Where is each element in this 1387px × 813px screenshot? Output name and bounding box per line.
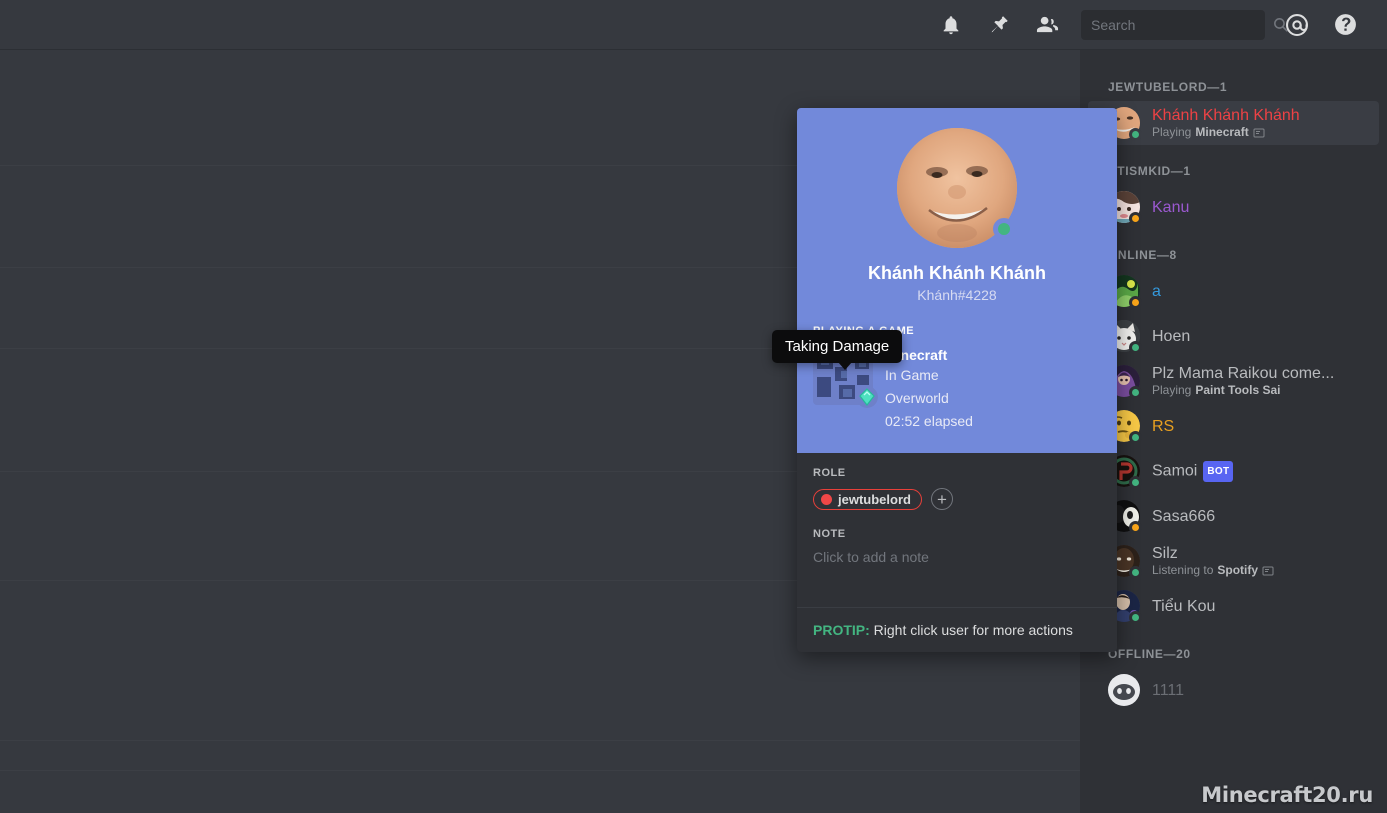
member-text: Plz Mama Raikou come... Playing Paint Too… bbox=[1152, 364, 1371, 398]
profile-header: Khánh Khánh Khánh Khánh#4228 bbox=[797, 108, 1117, 323]
member-list-item[interactable]: RS bbox=[1088, 404, 1379, 448]
member-text: Samoi BOT bbox=[1152, 460, 1371, 482]
status-indicator-idle bbox=[1129, 296, 1142, 309]
member-activity: Listening to Spotify bbox=[1152, 563, 1371, 578]
top-toolbar bbox=[0, 0, 1387, 50]
member-name: RS bbox=[1152, 417, 1175, 435]
profile-footer-protip: PROTIP: Right click user for more action… bbox=[797, 607, 1117, 652]
member-list-item[interactable]: Kanu bbox=[1088, 185, 1379, 229]
member-list-item[interactable]: Samoi BOT bbox=[1088, 449, 1379, 493]
message-divider bbox=[0, 770, 1080, 771]
member-text: Sasa666 bbox=[1152, 507, 1371, 526]
member-group-header: OFFLINE—20 bbox=[1108, 647, 1191, 661]
search-input[interactable] bbox=[1091, 16, 1272, 33]
member-text: a bbox=[1152, 282, 1371, 301]
avatar bbox=[1108, 674, 1140, 706]
discord-app-window: JEWTUBELORD—1Khánh Khánh KhánhPlaying Mi… bbox=[0, 0, 1387, 813]
protip-text: Right click user for more actions bbox=[869, 622, 1073, 638]
member-text: 1111 bbox=[1152, 681, 1371, 700]
status-indicator-online bbox=[1129, 341, 1142, 354]
search-box[interactable] bbox=[1081, 9, 1288, 40]
search-icon bbox=[1272, 16, 1289, 33]
add-role-button[interactable]: + bbox=[930, 488, 953, 510]
member-activity: Playing Paint Tools Sai bbox=[1152, 383, 1371, 398]
activity-prefix: Playing bbox=[1152, 383, 1192, 397]
member-list-item[interactable]: 1111 bbox=[1088, 668, 1379, 712]
member-name: Kanu bbox=[1152, 198, 1190, 216]
member-name: Sasa666 bbox=[1152, 507, 1216, 525]
member-list-item[interactable]: Hoen bbox=[1088, 314, 1379, 358]
status-indicator-online bbox=[1129, 128, 1142, 141]
user-profile-popout: Khánh Khánh Khánh Khánh#4228 PLAYING A G… bbox=[797, 108, 1117, 652]
role-color-dot bbox=[821, 493, 832, 505]
member-name: Silz bbox=[1152, 545, 1178, 562]
member-name: a bbox=[1152, 282, 1161, 300]
member-list[interactable]: JEWTUBELORD—1 Khánh Khánh Khánh Playing Mi… bbox=[1080, 50, 1387, 813]
member-name: Hoen bbox=[1152, 327, 1191, 345]
watermark: Minecraft20.ru bbox=[1201, 783, 1373, 807]
member-text: RS bbox=[1152, 417, 1371, 436]
member-name: 1111 bbox=[1152, 681, 1185, 699]
member-list-item[interactable]: Tiểu Kou bbox=[1088, 584, 1379, 628]
bot-badge: BOT bbox=[1203, 460, 1234, 482]
member-text: Silz Listening to Spotify bbox=[1152, 544, 1371, 578]
member-text: Kanu bbox=[1152, 198, 1371, 217]
member-list-item[interactable]: Silz Listening to Spotify bbox=[1088, 539, 1379, 583]
member-name: Khánh Khánh Khánh bbox=[1152, 107, 1300, 124]
activity-prefix: Listening to bbox=[1152, 563, 1214, 577]
member-text: Khánh Khánh Khánh Playing Minecraft bbox=[1152, 106, 1371, 140]
member-name: Plz Mama Raikou come... bbox=[1152, 365, 1335, 382]
status-indicator-online bbox=[1129, 611, 1142, 624]
status-indicator-online bbox=[1129, 476, 1142, 489]
profile-body: ROLE jewtubelord + NOTE Click to add a n… bbox=[797, 453, 1117, 607]
diamond-icon bbox=[856, 386, 878, 408]
status-indicator-online bbox=[993, 218, 1015, 240]
help-icon[interactable] bbox=[1328, 8, 1362, 42]
members-icon[interactable] bbox=[1030, 8, 1064, 42]
status-indicator-online bbox=[1129, 566, 1142, 579]
activity-name: Spotify bbox=[1217, 563, 1259, 577]
note-section-label: NOTE bbox=[813, 528, 846, 540]
activity-name: Paint Tools Sai bbox=[1195, 383, 1281, 397]
member-text: Hoen bbox=[1152, 327, 1371, 346]
status-indicator-idle bbox=[1129, 521, 1142, 534]
status-indicator-online bbox=[1129, 431, 1142, 444]
member-list-item[interactable]: a bbox=[1088, 269, 1379, 313]
status-indicator-idle bbox=[1129, 212, 1142, 225]
activity-details: Overworld bbox=[885, 390, 949, 406]
role-chip-jewtubelord[interactable]: jewtubelord bbox=[813, 488, 922, 510]
activity-name: Minecraft bbox=[1195, 125, 1249, 139]
rich-presence-icon bbox=[1262, 565, 1274, 577]
bell-icon[interactable] bbox=[934, 8, 968, 42]
status-indicator-online bbox=[1129, 386, 1142, 399]
profile-discriminator: Khánh#4228 bbox=[917, 287, 997, 303]
rich-presence-icon bbox=[1253, 127, 1265, 139]
member-name: Tiểu Kou bbox=[1152, 597, 1216, 615]
note-input[interactable]: Click to add a note bbox=[813, 549, 1101, 599]
activity-prefix: Playing bbox=[1152, 125, 1192, 139]
member-text: Tiểu Kou bbox=[1152, 597, 1371, 616]
role-row: jewtubelord + bbox=[813, 488, 1101, 510]
role-section-label: ROLE bbox=[813, 467, 846, 479]
member-list-item[interactable]: Khánh Khánh Khánh Playing Minecraft bbox=[1088, 101, 1379, 145]
protip-prefix: PROTIP: bbox=[813, 622, 870, 638]
member-activity: Playing Minecraft bbox=[1152, 125, 1371, 140]
activity-tooltip: Taking Damage bbox=[772, 330, 903, 370]
message-divider bbox=[0, 740, 1080, 741]
avatar-wrap bbox=[1108, 674, 1140, 706]
pin-icon[interactable] bbox=[982, 8, 1016, 42]
member-group-header: UTISMKID—1 bbox=[1108, 164, 1191, 178]
member-list-item[interactable]: Sasa666 bbox=[1088, 494, 1379, 538]
member-group-header: JEWTUBELORD—1 bbox=[1108, 80, 1228, 94]
role-label: jewtubelord bbox=[838, 491, 911, 507]
member-group-header: ONLINE—8 bbox=[1108, 248, 1177, 262]
activity-state: In Game bbox=[885, 367, 939, 383]
activity-elapsed: 02:52 elapsed bbox=[885, 413, 973, 429]
profile-avatar-wrap bbox=[897, 128, 1017, 248]
profile-username: Khánh Khánh Khánh bbox=[868, 263, 1046, 283]
member-list-item[interactable]: Plz Mama Raikou come... Playing Paint Too… bbox=[1088, 359, 1379, 403]
member-name: Samoi BOT bbox=[1152, 460, 1371, 482]
